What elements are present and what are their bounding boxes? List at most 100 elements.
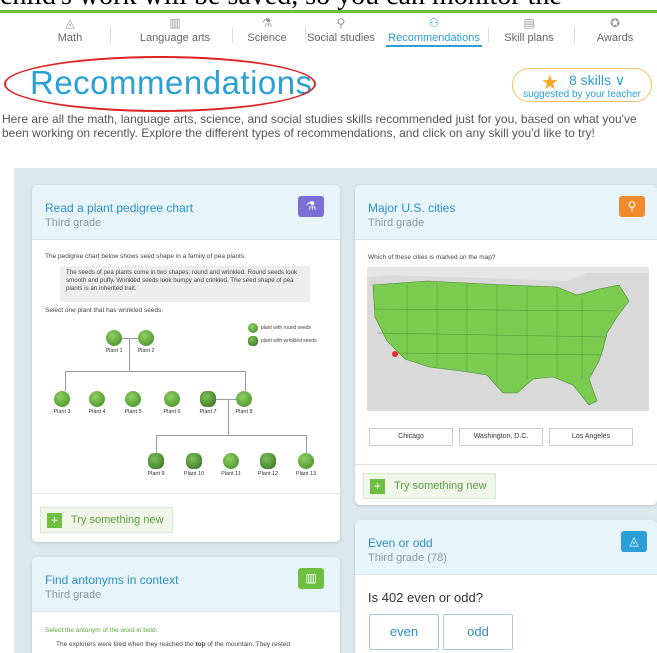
card-title[interactable]: Find antonyms in context xyxy=(45,573,178,587)
legend-wrinkled-icon xyxy=(248,336,258,346)
plant-label: Plant 4 xyxy=(88,409,106,415)
plant-label: Plant 10 xyxy=(183,471,205,477)
plant-5[interactable] xyxy=(125,391,141,407)
skill-card-antonyms[interactable]: Find antonyms in context Third grade ▥ S… xyxy=(32,557,340,653)
plant-label: Plant 5 xyxy=(124,409,142,415)
plant-4[interactable] xyxy=(89,391,105,407)
pedigree-line xyxy=(129,338,130,371)
book-icon: ▥ xyxy=(169,16,181,30)
intro-text: Here are all the math, language arts, sc… xyxy=(2,112,637,140)
pedigree-line xyxy=(65,371,245,372)
bold-word: top xyxy=(195,641,206,648)
plant-6[interactable] xyxy=(164,391,180,407)
plant-1[interactable] xyxy=(106,330,122,346)
sentence-part: of the mountain. They rested xyxy=(205,641,291,648)
recommendations-icon: ⚇ xyxy=(428,16,440,30)
plant-label: Plant 12 xyxy=(257,471,279,477)
answer-odd[interactable]: odd xyxy=(443,614,513,650)
us-map xyxy=(367,267,649,411)
skill-plans-icon: ▤ xyxy=(523,16,535,30)
pedigree-line xyxy=(228,399,229,435)
answer-washington-dc[interactable]: Washington, D.C. xyxy=(459,428,543,446)
tab-recommendations[interactable]: ⚇ Recommendations xyxy=(386,15,482,47)
plant-9[interactable] xyxy=(148,453,164,469)
pedigree-line xyxy=(306,435,307,453)
tab-language-arts[interactable]: ▥ Language arts xyxy=(120,15,230,47)
nav-divider xyxy=(574,27,575,43)
science-badge-icon: ⚗ xyxy=(298,196,324,217)
red-annotation-circle xyxy=(4,56,316,112)
tab-math[interactable]: ◬ Math xyxy=(40,15,100,47)
tab-awards[interactable]: ✪ Awards xyxy=(582,15,648,47)
globe-icon: ⚲ xyxy=(336,16,346,30)
card-header: Even or odd Third grade (78) ◬ xyxy=(355,520,657,575)
try-label: Try something new xyxy=(394,480,487,492)
plus-icon: + xyxy=(47,513,62,528)
math-badge-icon: ◬ xyxy=(621,531,647,552)
book-badge-icon: ▥ xyxy=(298,568,324,589)
tab-skill-plans-label: Skill plans xyxy=(504,32,554,44)
tab-math-label: Math xyxy=(57,32,83,44)
plant-13[interactable] xyxy=(298,453,314,469)
pedigree-line xyxy=(65,371,66,391)
plant-label: Plant 2 xyxy=(137,348,155,354)
tab-language-arts-label: Language arts xyxy=(139,32,211,44)
card-header: Read a plant pedigree chart Third grade … xyxy=(32,185,340,240)
skill-card-plant-pedigree[interactable]: Read a plant pedigree chart Third grade … xyxy=(32,185,340,542)
plant-label: Plant 11 xyxy=(221,471,241,477)
math-icon: ◬ xyxy=(65,16,75,30)
try-something-new-button[interactable]: + Try something new xyxy=(363,473,496,499)
pedigree-line xyxy=(122,338,138,339)
card-title[interactable]: Even or odd xyxy=(368,536,433,550)
answer-los-angeles[interactable]: Los Angeles xyxy=(549,428,633,446)
plant-label: Plant 9 xyxy=(147,471,165,477)
tab-awards-label: Awards xyxy=(596,32,634,44)
pedigree-line xyxy=(245,371,246,391)
card-grade: Third grade xyxy=(45,589,102,601)
plant-3[interactable] xyxy=(54,391,70,407)
card-title[interactable]: Read a plant pedigree chart xyxy=(45,201,193,215)
plant-label: Plant 1 xyxy=(105,348,123,354)
map-question: Which of these cities is marked on the m… xyxy=(368,254,496,261)
awards-icon: ✪ xyxy=(609,16,621,30)
subject-navbar: ◬ Math ▥ Language arts ⚗ Science ⚲ Socia… xyxy=(0,10,657,47)
even-odd-question: Is 402 even or odd? xyxy=(368,590,483,605)
skill-card-us-cities[interactable]: Major U.S. cities Third grade ⚲ Which of… xyxy=(355,185,657,505)
card-divider xyxy=(32,493,340,494)
card-header: Find antonyms in context Third grade ▥ xyxy=(32,557,340,612)
card-grade: Third grade xyxy=(45,217,102,229)
plant-8[interactable] xyxy=(236,391,252,407)
tab-science[interactable]: ⚗ Science xyxy=(232,15,302,47)
try-something-new-button[interactable]: + Try something new xyxy=(40,507,173,533)
tab-science-label: Science xyxy=(247,32,287,44)
pedigree-info-box: The seeds of pea plants come in two shap… xyxy=(60,266,310,302)
flask-icon: ⚗ xyxy=(261,16,273,30)
plant-7[interactable] xyxy=(200,391,216,407)
map-marker xyxy=(392,351,398,357)
answer-even[interactable]: even xyxy=(369,614,439,650)
answer-chicago[interactable]: Chicago xyxy=(369,428,453,446)
skills-pill[interactable]: ★ 8 skills ∨ suggested by your teacher xyxy=(512,68,652,102)
nav-divider xyxy=(110,27,111,43)
pedigree-question: Select one plant that has wrinkled seeds… xyxy=(45,307,164,314)
plant-label: Plant 13 xyxy=(295,471,317,477)
skills-count: 8 skills ∨ xyxy=(569,72,626,88)
card-divider xyxy=(355,464,657,465)
plant-label: Plant 8 xyxy=(235,409,253,415)
tab-skill-plans[interactable]: ▤ Skill plans xyxy=(494,15,564,47)
try-label: Try something new xyxy=(71,514,164,526)
antonym-sentence: The explorers were tired when they reach… xyxy=(56,641,290,649)
plant-label: Plant 3 xyxy=(53,409,71,415)
pedigree-lead: The pedigree chart below shows seed shap… xyxy=(45,253,246,260)
plant-12[interactable] xyxy=(260,453,276,469)
skills-subtitle: suggested by your teacher xyxy=(523,89,641,100)
pedigree-line xyxy=(156,435,306,436)
plant-11[interactable] xyxy=(223,453,239,469)
legend-round-label: plant with round seeds xyxy=(261,325,312,331)
tab-social-studies[interactable]: ⚲ Social studies xyxy=(300,15,382,47)
card-title[interactable]: Major U.S. cities xyxy=(368,201,455,215)
pedigree-line xyxy=(156,435,157,453)
tab-social-studies-label: Social studies xyxy=(307,32,375,44)
plant-2[interactable] xyxy=(138,330,154,346)
plant-10[interactable] xyxy=(186,453,202,469)
